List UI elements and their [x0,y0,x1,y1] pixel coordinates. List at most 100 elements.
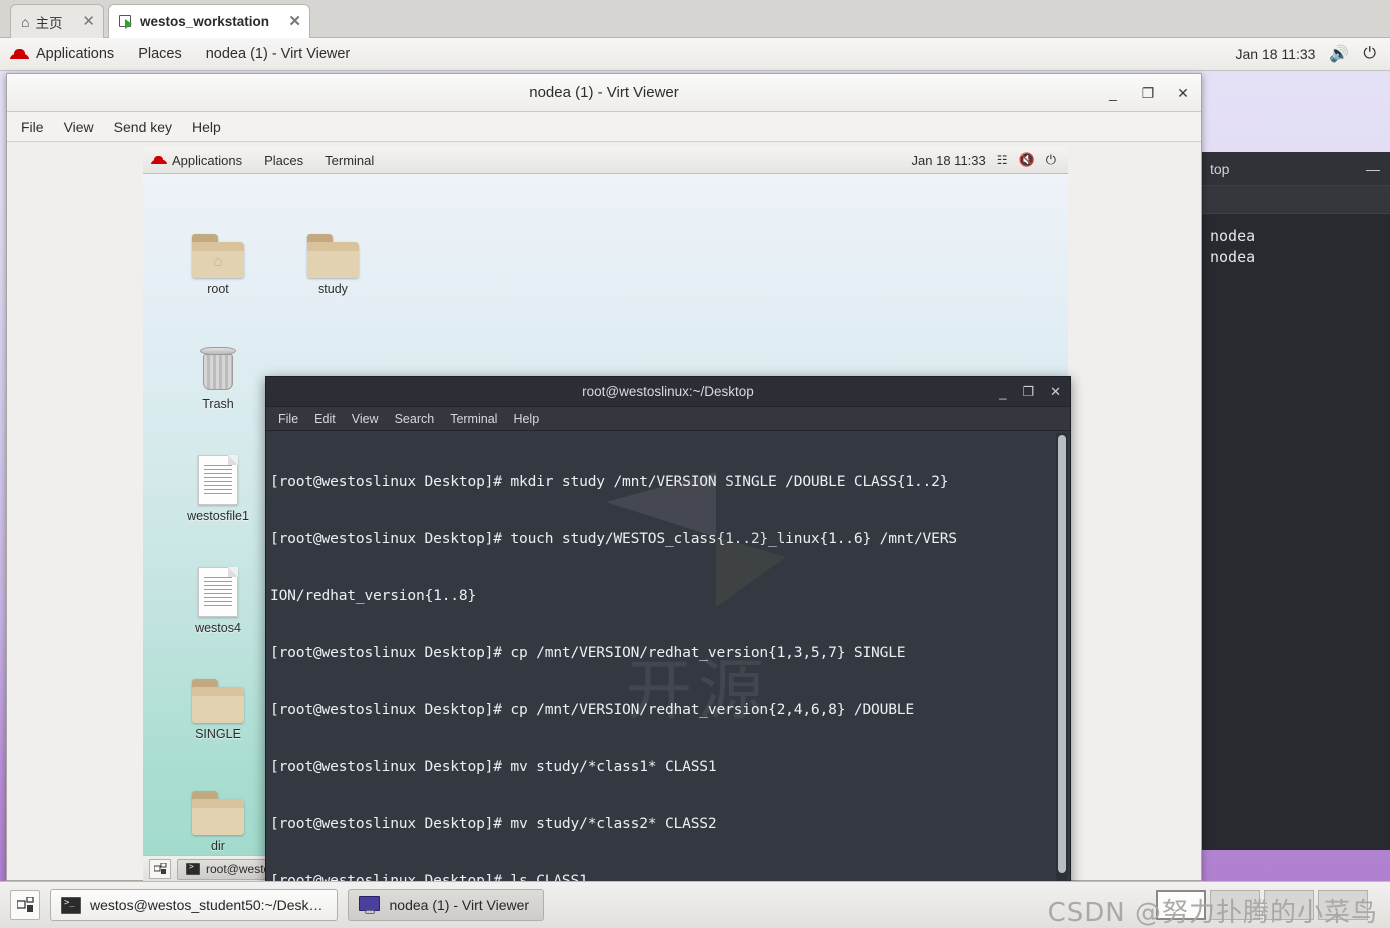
tab-home-label: 主页 [35,15,63,31]
menu-item-file[interactable]: File [7,119,54,135]
guest-menu-applications[interactable]: Applications [170,153,253,168]
taskbar-button-terminal[interactable]: westos@westos_student50:~/Desk… [50,889,338,921]
workspace-4[interactable] [1318,890,1368,920]
outer-taskbar: westos@westos_student50:~/Desk… nodea (1… [0,881,1390,928]
folder-icon [307,234,359,278]
background-terminal-window[interactable]: top — nodea nodea [1199,152,1390,850]
close-button[interactable]: ✕ [1175,85,1191,102]
guest-menu-terminal[interactable]: Terminal [314,153,385,168]
terminal-minimize-button[interactable]: _ [999,385,1006,400]
maximize-button[interactable]: ❐ [1140,85,1156,102]
desktop-icon-label: dir [211,839,225,853]
workspace-switcher-icon[interactable] [10,890,40,920]
workspace-switcher-icon[interactable] [149,859,171,879]
terminal-line: [root@westoslinux Desktop]# cp /mnt/VERS… [270,644,906,661]
terminal-scrollbar-thumb[interactable] [1058,435,1066,873]
desktop-icon-westosfile1[interactable]: westosfile1 [175,455,261,523]
text-file-icon [198,567,238,617]
clock[interactable]: Jan 18 11:33 [1236,46,1316,62]
virt-viewer-icon [358,896,381,914]
terminal-title: root@westoslinux:~/Desktop [582,384,754,399]
power-icon[interactable]: ⏻ [1363,45,1376,63]
desktop-icon-single[interactable]: SINGLE [175,679,261,741]
tab-westos-workstation-label: westos_workstation [140,14,270,29]
desktop-icon-label: Trash [202,397,234,411]
folder-home-icon: ⌂ [192,234,244,278]
outer-top-panel: Applications Places nodea (1) - Virt Vie… [0,38,1390,71]
guest-top-panel: Applications Places Terminal Jan 18 11:3… [143,147,1068,174]
minimize-icon[interactable]: — [1366,161,1380,177]
taskbar-button-virt-viewer[interactable]: nodea (1) - Virt Viewer [347,889,545,921]
virt-viewer-window[interactable]: nodea (1) - Virt Viewer _ ❐ ✕ File View … [6,73,1202,898]
menu-item-help[interactable]: Help [505,412,547,426]
workspace-3[interactable] [1264,890,1314,920]
trash-icon [198,347,238,393]
terminal-line: [root@westoslinux Desktop]# mv study/*cl… [270,815,717,832]
terminal-line: [root@westoslinux Desktop]# mv study/*cl… [270,758,717,775]
desktop-icon-westos4[interactable]: westos4 [175,567,261,635]
network-icon[interactable]: ☷ [997,153,1008,167]
switcher-glyph [153,863,166,874]
folder-icon [192,679,244,723]
menu-item-help[interactable]: Help [182,119,231,135]
terminal-maximize-button[interactable]: ❐ [1022,384,1034,400]
menu-item-edit[interactable]: Edit [306,412,344,426]
tab-home[interactable]: ⌂ 主页 ✕ [10,4,104,38]
terminal-line: [root@westoslinux Desktop]# mkdir study … [270,473,949,490]
redhat-logo-icon [151,155,167,165]
terminal-icon [61,896,81,914]
desktop-icon-study[interactable]: study [290,234,376,296]
guest-clock[interactable]: Jan 18 11:33 [912,153,986,168]
terminal-close-button[interactable]: ✕ [1050,384,1061,400]
switcher-glyph [16,897,34,912]
menu-item-terminal[interactable]: Terminal [442,412,505,426]
background-terminal-title: top [1210,160,1230,177]
desktop-icon-dir[interactable]: dir [175,791,261,853]
workspace-1[interactable] [1156,890,1206,920]
volume-muted-icon[interactable]: 🔇 [1019,152,1035,168]
menu-item-view[interactable]: View [54,119,104,135]
menu-item-search[interactable]: Search [387,412,443,426]
workspace-2[interactable] [1210,890,1260,920]
screen: ⌂ 主页 ✕ westos_workstation ✕ Applications… [0,0,1390,928]
virt-viewer-menubar: File View Send key Help [7,112,1201,142]
menu-places[interactable]: Places [126,46,194,62]
close-icon[interactable]: ✕ [288,14,301,29]
desktop-icon-trash[interactable]: Trash [175,347,261,411]
desktop-icon-label: study [318,282,348,296]
terminal-line: [root@westoslinux Desktop]# touch study/… [270,530,957,547]
tab-westos-workstation[interactable]: westos_workstation ✕ [108,4,310,38]
close-icon[interactable]: ✕ [82,14,95,29]
taskbar-button-label: nodea (1) - Virt Viewer [389,897,530,913]
background-terminal-menubar [1200,186,1390,214]
outer-workspace-list [1156,890,1380,920]
terminal-menubar: File Edit View Search Terminal Help [266,407,1070,431]
terminal-icon [186,862,200,875]
terminal-line: [root@westoslinux Desktop]# cp /mnt/VERS… [270,701,914,718]
power-icon[interactable]: ⏻ [1046,152,1056,168]
virt-viewer-title: nodea (1) - Virt Viewer [529,84,679,101]
minimize-button[interactable]: _ [1105,85,1121,101]
background-terminal-output: nodea nodea [1200,214,1390,268]
folder-icon [192,791,244,835]
desktop-icon-label: root [207,282,229,296]
terminal-line: ION/redhat_version{1..8} [270,587,477,604]
menu-item-view[interactable]: View [344,412,387,426]
vm-screen-icon [119,14,134,29]
desktop-icon-root[interactable]: ⌂ root [175,234,261,296]
terminal-titlebar: root@westoslinux:~/Desktop _ ❐ ✕ [266,377,1070,407]
terminal-scrollbar[interactable] [1056,433,1068,893]
volume-icon[interactable]: 🔊 [1329,44,1349,64]
gnome-terminal-window[interactable]: root@westoslinux:~/Desktop _ ❐ ✕ File Ed… [265,376,1071,898]
menu-applications[interactable]: Applications [34,46,126,62]
active-window-title[interactable]: nodea (1) - Virt Viewer [194,46,363,62]
guest-menu-places[interactable]: Places [253,153,314,168]
desktop-icon-label: westos4 [195,621,241,635]
terminal-lines: [root@westoslinux Desktop]# mkdir study … [268,434,1070,897]
taskbar-button-label: westos@westos_student50:~/Desk… [90,897,323,913]
menu-item-send-key[interactable]: Send key [104,119,182,135]
home-icon: ⌂ [21,13,30,30]
menu-item-file[interactable]: File [266,412,306,426]
terminal-output-area[interactable]: 开源 [root@westoslinux Desktop]# mkdir stu… [266,432,1070,897]
output-line: nodea [1210,227,1256,245]
